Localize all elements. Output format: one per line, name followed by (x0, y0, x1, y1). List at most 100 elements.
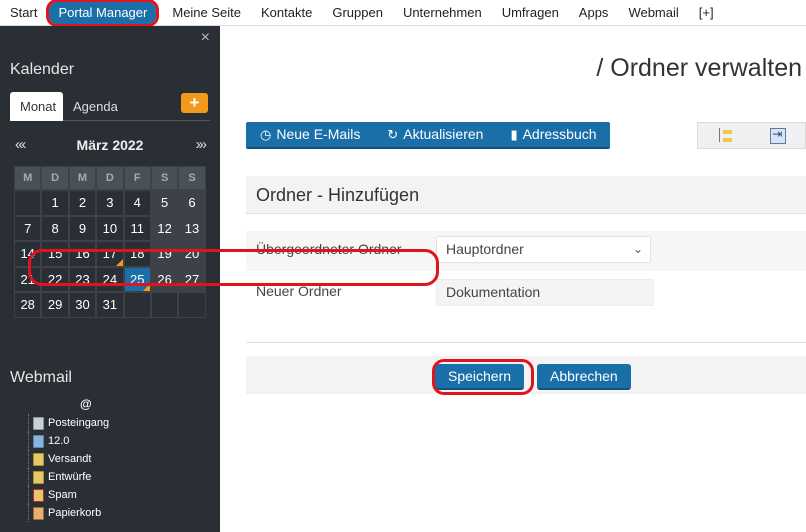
folder-papierkorb[interactable]: Papierkorb (28, 504, 109, 522)
inbox-icon (33, 416, 44, 430)
calendar-day[interactable]: 27 (178, 266, 206, 293)
folder-label: 12.0 (48, 435, 70, 447)
folder-versandt[interactable]: Versandt (28, 450, 109, 468)
nav-portal-manager[interactable]: Portal Manager (46, 0, 160, 27)
folder-tree-icon[interactable] (716, 127, 733, 144)
parent-folder-value: Hauptordner (446, 241, 524, 257)
nav-apps[interactable]: Apps (569, 1, 619, 25)
new-mails-label: Neue E-Mails (276, 126, 361, 142)
address-book-label: Adressbuch (522, 126, 597, 142)
nav-more[interactable]: [+] (689, 1, 724, 25)
calendar-day[interactable]: 25 (123, 266, 151, 293)
calendar-week-row: 7 8 9 10 11 12 13 (14, 215, 206, 242)
calendar-day[interactable]: 28 (14, 292, 42, 318)
calendar-day[interactable]: 22 (41, 266, 69, 293)
new-mails-button[interactable]: ◷ Neue E-Mails (246, 122, 373, 147)
weekday-label: S (178, 166, 206, 190)
calendar-week-row: 28 29 30 31 (14, 292, 206, 318)
calendar-day[interactable]: 19 (150, 241, 179, 267)
folder-spam[interactable]: Spam (28, 486, 109, 504)
refresh-button[interactable]: ↻ Aktualisieren (373, 122, 496, 147)
calendar-day[interactable]: 21 (14, 266, 42, 293)
folder-icon (33, 434, 44, 448)
calendar-day[interactable]: 14 (14, 241, 42, 267)
calendar-day[interactable]: 12 (150, 215, 179, 242)
chevron-down-icon: ⌄ (632, 242, 643, 256)
calendar-day[interactable]: 16 (68, 241, 97, 267)
nav-meine-seite[interactable]: Meine Seite (162, 1, 251, 25)
parent-folder-select[interactable]: Hauptordner ⌄ (436, 236, 651, 263)
save-button[interactable]: Speichern (435, 364, 525, 390)
calendar-day[interactable]: 31 (96, 292, 124, 318)
calendar-day[interactable]: 9 (68, 215, 97, 242)
webmail-title: Webmail (10, 369, 72, 386)
tab-month[interactable]: Monat (10, 92, 63, 121)
main-content: / Ordner verwalten ◷ Neue E-Mails ↻ Aktual… (220, 26, 806, 532)
parent-folder-row: Übergeordneter Ordner Hauptordner ⌄ (246, 231, 806, 271)
folder-label: Spam (48, 489, 77, 501)
spam-icon (33, 488, 44, 502)
folder-entwuerfe[interactable]: Entwürfe (28, 468, 109, 486)
close-icon[interactable]: × (201, 29, 210, 47)
calendar-empty-cell (150, 292, 179, 318)
calendar-day[interactable]: 6 (178, 190, 206, 216)
folder-label: Versandt (48, 453, 92, 465)
calendar-day[interactable]: 5 (150, 190, 179, 216)
calendar-day[interactable]: 23 (68, 266, 97, 293)
calendar-day[interactable]: 7 (14, 215, 42, 242)
weekday-label: D (96, 166, 124, 190)
address-book-button[interactable]: ▮ Adressbuch (496, 122, 609, 147)
weekday-header-row: MDMDFSS (14, 166, 206, 190)
weekday-label: M (14, 166, 42, 190)
calendar-week-row: 14 15 16 17 18 19 20 (14, 241, 206, 267)
refresh-label: Aktualisieren (403, 126, 484, 142)
calendar-day[interactable]: 30 (68, 292, 97, 318)
nav-webmail[interactable]: Webmail (618, 1, 688, 25)
book-icon: ▮ (510, 127, 518, 142)
calendar-day[interactable]: 18 (123, 241, 151, 267)
nav-start[interactable]: Start (0, 1, 47, 25)
new-folder-label: Neuer Ordner (256, 283, 342, 299)
refresh-icon: ↻ (387, 127, 399, 142)
calendar-day[interactable]: 20 (178, 241, 206, 267)
calendar-day[interactable]: 26 (150, 266, 179, 293)
calendar-day[interactable]: 8 (41, 215, 69, 242)
calendar-week-row: 21 22 23 24 25 26 27 (14, 266, 206, 293)
page-title: / Ordner verwalten (596, 54, 802, 82)
calendar-day[interactable]: 10 (96, 215, 124, 242)
calendar-week-row: 123456 (14, 190, 206, 216)
folder-posteingang[interactable]: Posteingang (28, 414, 109, 432)
folder-label: Posteingang (48, 417, 110, 429)
calendar-day[interactable]: 2 (68, 190, 97, 216)
parent-folder-label: Übergeordneter Ordner (256, 241, 402, 257)
calendar-day[interactable]: 11 (123, 215, 151, 242)
webmail-folder-list: Posteingang 12.0 Versandt Entwürfe Spam … (28, 414, 109, 522)
calendar-day[interactable]: 15 (41, 241, 69, 267)
new-folder-input[interactable]: Dokumentation (436, 279, 654, 306)
calendar-day[interactable]: 17 (96, 241, 124, 267)
weekday-label: F (123, 166, 151, 190)
folder-12-0[interactable]: 12.0 (28, 432, 109, 450)
calendar-day[interactable]: 3 (96, 190, 124, 216)
calendar-empty-cell (178, 292, 206, 318)
view-tools (697, 122, 806, 149)
calendar-day[interactable]: 1 (41, 190, 69, 216)
calendar-day[interactable]: 24 (96, 266, 124, 293)
nav-kontakte[interactable]: Kontakte (251, 1, 322, 25)
clock-icon: ◷ (260, 127, 272, 142)
nav-gruppen[interactable]: Gruppen (322, 1, 393, 25)
calendar-day[interactable]: 4 (123, 190, 151, 216)
expand-panel-icon[interactable] (770, 127, 787, 144)
next-month-icon[interactable]: ›» (196, 136, 207, 153)
calendar-title: Kalender (10, 61, 75, 78)
webmail-account[interactable]: @ (80, 397, 92, 411)
add-event-button[interactable]: + (181, 93, 208, 113)
nav-umfragen[interactable]: Umfragen (492, 1, 569, 25)
tab-agenda[interactable]: Agenda (63, 92, 128, 121)
new-folder-row: Neuer Ordner Dokumentation (246, 273, 806, 313)
nav-unternehmen[interactable]: Unternehmen (393, 1, 492, 25)
calendar-day[interactable]: 29 (41, 292, 69, 318)
calendar-day[interactable]: 13 (178, 215, 206, 242)
calendar-month-label: März 2022 (76, 137, 144, 153)
cancel-button[interactable]: Abbrechen (537, 364, 631, 390)
